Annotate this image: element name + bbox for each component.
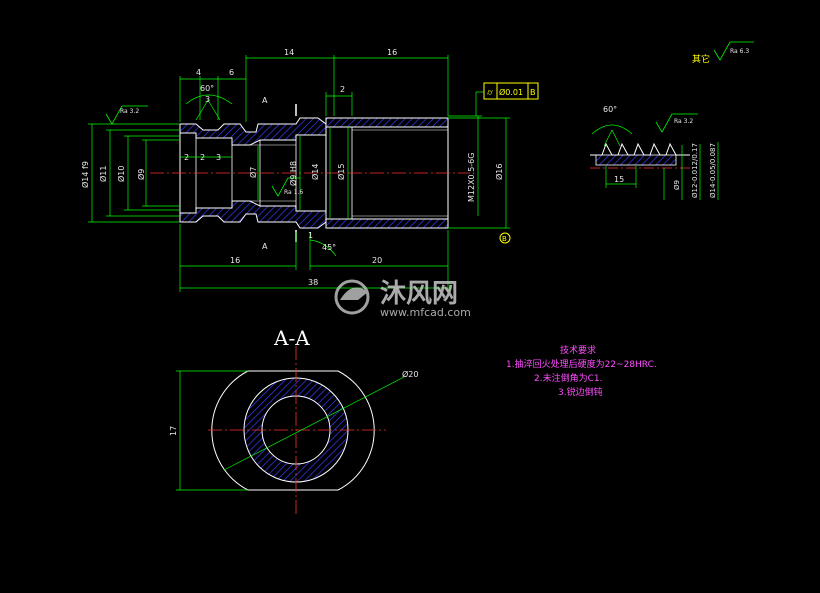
dim-left-3: Ø9 (136, 169, 146, 180)
dim-mid-3: Ø15 (336, 164, 346, 180)
watermark-url: www.mfcad.com (380, 306, 471, 319)
dim-16: Ø16 (494, 164, 504, 180)
thread-profile (590, 142, 690, 156)
other-roughness-label: 其它 (692, 53, 710, 65)
watermark-text: 沐风网 (380, 279, 458, 309)
tech-title: 技术要求 (560, 344, 596, 356)
main-body-hatch-bottom (179, 200, 327, 229)
thread-label: M12X0.5-6G (467, 153, 476, 202)
section-a-a (176, 346, 407, 516)
dim-inner-2b: 2 (200, 153, 205, 162)
dim-top-2: 2 (340, 85, 345, 94)
tech-item-2: 2.未注倒角为C1. (534, 372, 602, 384)
ra-mid: Ra 1.6 (284, 189, 303, 196)
main-body-hatch-top (179, 117, 327, 146)
main-dimensions (88, 55, 510, 292)
section-mark-top: A (262, 96, 268, 105)
dim-top-14: 14 (284, 48, 294, 57)
detail-angle: 60° (603, 105, 617, 114)
ra-left: Ra 3.2 (120, 108, 139, 115)
main-view (150, 104, 470, 242)
dim-left-2: Ø10 (116, 166, 126, 182)
section-mark-bottom: A (262, 242, 268, 251)
section-height: 17 (169, 426, 178, 436)
watermark-logo-icon (334, 279, 370, 315)
angle-top-60: 60° (200, 84, 214, 93)
tolerance-value: Ø0.01 (499, 87, 523, 97)
main-sleeve-top (325, 117, 449, 128)
detail-dim-1: Ø12-0.012/0.17 (691, 143, 699, 198)
dim-bottom-20: 20 (372, 256, 382, 265)
dim-top-16: 16 (387, 48, 397, 57)
text-layer: 4 6 14 16 2 60° 3 A A Ø14 f9 Ø11 Ø10 Ø9 … (80, 48, 749, 436)
detail-dim-0: Ø9 (673, 180, 681, 190)
dim-mid-2: Ø14 (310, 164, 320, 180)
section-dia: Ø20 (402, 369, 418, 379)
tolerance-symbol: ⌭ (487, 88, 493, 97)
dim-top-6: 6 (229, 68, 234, 77)
detail-dim-15: 15 (614, 175, 624, 184)
dim-1: 1 (308, 231, 313, 240)
dim-mid-1: Ø9 H8 (288, 161, 298, 186)
tolerance-datum: B (530, 88, 536, 97)
dim-left-0: Ø14 f9 (80, 161, 90, 188)
cad-drawing: 4 6 14 16 2 60° 3 A A Ø14 f9 Ø11 Ø10 Ø9 … (80, 41, 754, 516)
tech-item-1: 1.抽淬回火处理后硬度为22~28HRC. (506, 358, 657, 370)
dim-bottom-16: 16 (230, 256, 240, 265)
datum-letter: B (502, 235, 507, 243)
detail-dim-2: Ø14-0.05/0.087 (709, 143, 717, 198)
other-ra: Ra 6.3 (730, 48, 749, 55)
dim-3: 3 (205, 95, 210, 104)
dim-bottom-38: 38 (308, 278, 318, 287)
detail-ra: Ra 3.2 (674, 118, 693, 125)
dim-left-1: Ø11 (98, 166, 108, 182)
section-title: A-A (273, 326, 310, 350)
angle-bottom-45: 45° (322, 243, 336, 252)
main-sleeve-bottom (325, 218, 449, 229)
dim-inner-2a: 2 (184, 153, 189, 162)
dim-mid-0: Ø7 (248, 167, 258, 178)
dim-top-4: 4 (196, 68, 201, 77)
dim-inner-3: 3 (216, 153, 221, 162)
tech-item-3: 3.锐边倒钝 (558, 386, 603, 398)
